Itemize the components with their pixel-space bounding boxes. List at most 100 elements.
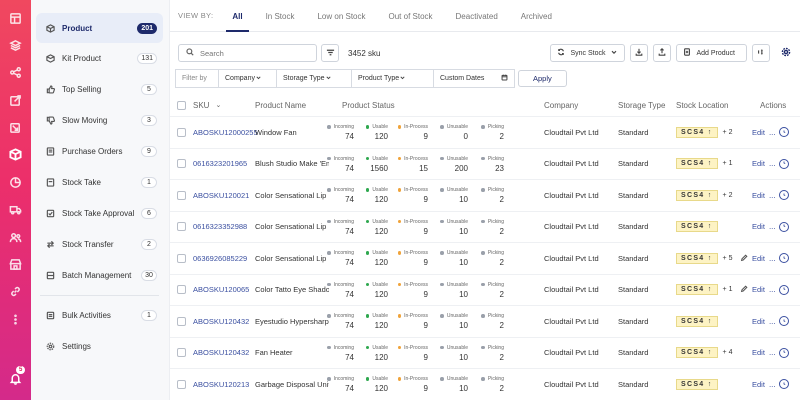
table-row[interactable]: ABOSKU120065 Color Tatto Eye Shadow Incomi…: [170, 273, 800, 305]
download-button[interactable]: [630, 44, 649, 62]
sidebar-item-batch-management[interactable]: Batch Management 30: [36, 260, 163, 291]
sku-column-header[interactable]: SKU ⌄: [193, 101, 221, 110]
location-badge[interactable]: SCS4 ↑: [676, 221, 718, 233]
sidebar-item-product[interactable]: Product 201: [36, 13, 163, 43]
sidebar-item-kit-product[interactable]: Kit Product 131: [36, 43, 163, 74]
storage-type-filter[interactable]: Storage Type: [276, 69, 352, 88]
edit-button[interactable]: Edit: [752, 348, 765, 357]
row-history-button[interactable]: [778, 158, 789, 169]
table-settings-button[interactable]: [780, 47, 792, 59]
table-row[interactable]: ABOSKU120021 Color Sensational Lip … Incom…: [170, 179, 800, 210]
row-checkbox[interactable]: [177, 285, 186, 295]
tab-deactivated[interactable]: Deactivated: [456, 0, 498, 32]
sidebar-item-stock-take[interactable]: Stock Take 1: [36, 167, 163, 198]
row-history-button[interactable]: [778, 253, 789, 264]
edit-button[interactable]: Edit: [752, 317, 765, 326]
more-locations-count[interactable]: + 1: [723, 160, 733, 167]
select-all-checkbox[interactable]: [177, 100, 186, 110]
sidebar-item-bulk-activities[interactable]: Bulk Activities 1: [36, 300, 163, 331]
sidebar-item-settings[interactable]: Settings: [36, 331, 163, 362]
row-history-button[interactable]: [778, 316, 789, 327]
row-history-button[interactable]: [778, 190, 789, 201]
sku-link[interactable]: 0616323352988: [193, 222, 247, 231]
table-row[interactable]: ABOSKU120432 Fan Heater Incoming 74 Usable 12…: [170, 336, 800, 368]
rail-share-button[interactable]: [9, 67, 23, 81]
edit-button[interactable]: Edit: [752, 254, 765, 263]
rail-link-button[interactable]: [9, 286, 23, 300]
location-badge[interactable]: SCS4 ↑: [676, 315, 718, 327]
table-row[interactable]: 0616323352988 Color Sensational Lip … Inco…: [170, 210, 800, 242]
rail-pie-chart-button[interactable]: [9, 176, 23, 190]
row-checkbox[interactable]: [177, 348, 186, 358]
table-row[interactable]: ABOSKU12000255 Window Fan Incoming 74 Usable…: [170, 116, 800, 147]
more-locations-count[interactable]: + 2: [723, 192, 733, 199]
rail-truck-button[interactable]: [9, 204, 23, 218]
sku-link[interactable]: ABOSKU12000255: [193, 128, 258, 137]
row-checkbox[interactable]: [177, 222, 186, 232]
edit-button[interactable]: Edit: [752, 191, 765, 200]
table-row[interactable]: 0636926085229 Color Sensational Lip … Inco…: [170, 242, 800, 273]
sku-link[interactable]: 0616323201965: [193, 159, 247, 168]
sku-link[interactable]: ABOSKU120432: [193, 317, 249, 326]
row-checkbox[interactable]: [177, 316, 186, 326]
search-input[interactable]: [200, 48, 310, 58]
edit-button[interactable]: Edit: [752, 285, 765, 294]
tab-in-stock[interactable]: In Stock: [266, 0, 295, 32]
notifications-button[interactable]: 5: [9, 366, 26, 386]
row-checkbox[interactable]: [177, 127, 186, 137]
row-checkbox[interactable]: [177, 159, 186, 169]
sku-link[interactable]: ABOSKU120432: [193, 348, 249, 357]
rail-store-button[interactable]: [9, 259, 23, 273]
location-badge[interactable]: SCS4 ↑: [676, 378, 718, 390]
tab-out-of-stock[interactable]: Out of Stock: [389, 0, 433, 32]
table-row[interactable]: ABOSKU120213 Garbage Disposal Unit Incomin…: [170, 368, 800, 399]
row-history-button[interactable]: [778, 347, 789, 358]
rail-inventory-box-button[interactable]: [9, 148, 23, 163]
rail-more-dots-button[interactable]: [9, 313, 23, 327]
search-box[interactable]: [178, 44, 317, 62]
table-row[interactable]: ABOSKU120432 Eyestudio Hypersharp… Incomin…: [170, 305, 800, 336]
more-locations-count[interactable]: + 4: [723, 349, 733, 356]
edit-button[interactable]: Edit: [752, 159, 765, 168]
edit-button[interactable]: Edit: [752, 222, 765, 231]
row-history-button[interactable]: [778, 127, 789, 138]
row-more-button[interactable]: ...: [769, 222, 776, 231]
sku-link[interactable]: ABOSKU120213: [193, 380, 249, 389]
row-more-button[interactable]: ...: [769, 348, 776, 357]
more-locations-count[interactable]: + 5: [723, 255, 733, 262]
location-badge[interactable]: SCS4 ↑: [676, 126, 718, 138]
row-more-button[interactable]: ...: [769, 254, 776, 263]
product-type-filter[interactable]: Product Type: [351, 69, 434, 88]
custom-dates-filter[interactable]: Custom Dates: [433, 69, 515, 88]
sync-stock-button[interactable]: Sync Stock: [550, 44, 626, 62]
tab-archived[interactable]: Archived: [521, 0, 552, 32]
row-more-button[interactable]: ...: [769, 191, 776, 200]
row-more-button[interactable]: ...: [769, 159, 776, 168]
table-row[interactable]: 0616323201965Blush Studio Make 'Em…Incom…: [170, 147, 800, 179]
row-checkbox[interactable]: [177, 190, 186, 200]
filter-toggle-button[interactable]: [321, 44, 339, 62]
sidebar-item-slow-moving[interactable]: Slow Moving 3: [36, 105, 163, 136]
location-badge[interactable]: SCS4 ↑: [676, 252, 718, 264]
row-more-button[interactable]: ...: [769, 285, 776, 294]
more-locations-count[interactable]: + 1: [723, 286, 733, 293]
more-options-button[interactable]: [752, 44, 770, 62]
row-history-button[interactable]: [778, 379, 789, 390]
upload-button[interactable]: [653, 44, 672, 62]
location-badge[interactable]: SCS4 ↑: [676, 189, 718, 201]
location-badge[interactable]: SCS4 ↑: [676, 284, 718, 296]
row-more-button[interactable]: ...: [769, 380, 776, 389]
sidebar-item-stock-take-approval[interactable]: Stock Take Approval 6: [36, 198, 163, 229]
row-history-button[interactable]: [778, 221, 789, 232]
edit-button[interactable]: Edit: [752, 380, 765, 389]
location-badge[interactable]: SCS4 ↑: [676, 347, 718, 359]
rail-dashboard-button[interactable]: [9, 12, 23, 26]
apply-filters-button[interactable]: Apply: [518, 70, 567, 87]
rail-external-link-button[interactable]: [9, 94, 23, 108]
edit-button[interactable]: Edit: [752, 128, 765, 137]
sidebar-item-purchase-orders[interactable]: Purchase Orders 9: [36, 136, 163, 167]
row-checkbox[interactable]: [177, 379, 186, 389]
row-more-button[interactable]: ...: [769, 128, 776, 137]
sku-link[interactable]: ABOSKU120021: [193, 191, 249, 200]
row-more-button[interactable]: ...: [769, 317, 776, 326]
